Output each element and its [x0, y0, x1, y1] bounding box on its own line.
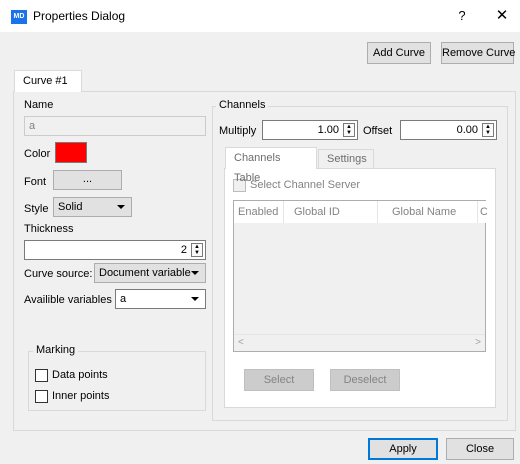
multiply-value: 1.00	[317, 124, 339, 136]
channels-table[interactable]: Enabled Global ID Global Name C < >	[233, 200, 487, 352]
chevron-down-icon	[117, 205, 125, 209]
curve-source-select[interactable]: Document variable	[94, 263, 206, 283]
offset-spinbox[interactable]: 0.00 ▲ ▼	[400, 120, 497, 140]
tab-curve-1[interactable]: Curve #1	[14, 70, 82, 92]
inner-points-label: Inner points	[52, 390, 110, 402]
spin-arrows-icon[interactable]: ▲ ▼	[343, 123, 355, 137]
multiply-label: Multiply	[219, 125, 257, 137]
select-button[interactable]: Select	[244, 369, 314, 391]
available-variables-label: Availible variables	[24, 294, 112, 306]
horizontal-scrollbar[interactable]: < >	[234, 334, 485, 351]
help-button[interactable]: ?	[452, 6, 472, 26]
multiply-spinbox[interactable]: 1.00 ▲ ▼	[262, 120, 358, 140]
column-header-c[interactable]: C	[478, 201, 487, 223]
chevron-down-icon	[191, 271, 199, 275]
color-label: Color	[24, 148, 51, 160]
window-close-button[interactable]: ✕	[492, 6, 512, 26]
deselect-button[interactable]: Deselect	[330, 369, 400, 391]
scroll-left-icon[interactable]: <	[238, 337, 244, 348]
thickness-label: Thickness	[24, 223, 74, 235]
select-channel-server-label: Select Channel Server	[250, 179, 361, 191]
app-icon: MD	[11, 10, 27, 24]
name-label: Name	[24, 99, 54, 111]
available-variables-select[interactable]: a	[115, 289, 206, 309]
style-label: Style	[24, 203, 49, 215]
tab-channels-table[interactable]: Channels Table	[225, 147, 317, 184]
name-field[interactable]: a	[24, 116, 206, 136]
marking-groupbox	[28, 351, 206, 411]
inner-points-checkbox[interactable]	[35, 390, 48, 403]
available-variables-value: a	[120, 293, 127, 305]
data-points-label: Data points	[52, 369, 108, 381]
column-header-global-id[interactable]: Global ID	[284, 201, 378, 223]
add-curve-button[interactable]: Add Curve	[367, 42, 431, 64]
column-header-enabled[interactable]: Enabled	[234, 201, 284, 223]
remove-curve-button[interactable]: Remove Curve	[441, 42, 515, 64]
style-select[interactable]: Solid	[53, 197, 132, 217]
thickness-spinbox[interactable]: 2 ▲ ▼	[24, 240, 206, 260]
font-picker-button[interactable]: ...	[53, 170, 122, 190]
apply-button[interactable]: Apply	[368, 438, 438, 460]
offset-value: 0.00	[456, 124, 478, 136]
scroll-right-icon[interactable]: >	[475, 337, 481, 348]
title-bar: MD Properties Dialog ? ✕	[0, 0, 520, 32]
window-title: Properties Dialog	[33, 9, 126, 23]
curve-source-label: Curve source:	[24, 268, 93, 280]
style-select-value: Solid	[58, 201, 83, 213]
chevron-down-icon	[191, 297, 199, 301]
channels-title: Channels	[216, 99, 269, 111]
thickness-value: 2	[180, 244, 187, 256]
font-label: Font	[24, 176, 47, 188]
marking-title: Marking	[33, 344, 79, 356]
offset-label: Offset	[363, 125, 393, 137]
color-swatch[interactable]	[55, 142, 87, 163]
spin-arrows-icon[interactable]: ▲ ▼	[191, 243, 203, 257]
curve-source-value: Document variable	[99, 267, 191, 279]
tab-settings[interactable]: Settings	[318, 149, 374, 169]
column-header-global-name[interactable]: Global Name	[378, 201, 478, 223]
spin-arrows-icon[interactable]: ▲ ▼	[482, 123, 494, 137]
data-points-checkbox[interactable]	[35, 369, 48, 382]
close-button[interactable]: Close	[446, 438, 514, 460]
